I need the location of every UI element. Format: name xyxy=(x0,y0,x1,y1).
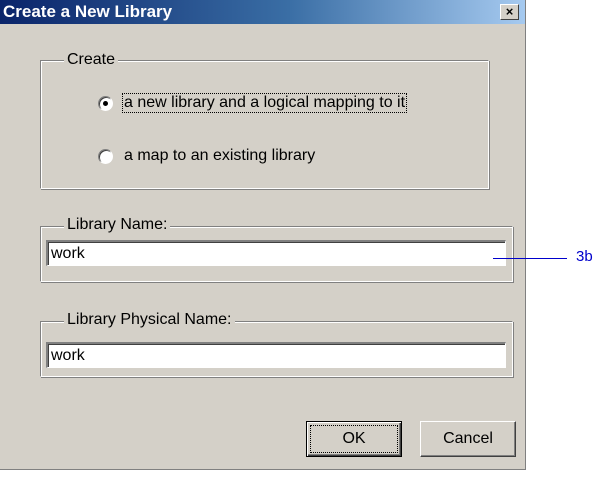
create-groupbox xyxy=(40,60,489,189)
close-button[interactable]: × xyxy=(500,4,519,20)
library-physical-name-input[interactable]: work xyxy=(46,342,506,368)
title-bar[interactable]: Create a New Library × xyxy=(0,0,525,24)
callout-line xyxy=(493,258,567,259)
radio-button-new-library[interactable] xyxy=(98,95,113,111)
radio-selected-dot xyxy=(103,100,108,106)
radio-button-map-existing[interactable] xyxy=(98,148,113,164)
create-group-legend: Create xyxy=(64,51,119,69)
focus-ring xyxy=(310,425,398,453)
close-icon: × xyxy=(505,4,514,19)
create-library-dialog: Create a New Library × Create a new libr… xyxy=(0,0,526,470)
library-physical-name-legend: Library Physical Name: xyxy=(64,311,235,329)
cancel-button[interactable]: Cancel xyxy=(420,421,516,457)
library-name-input[interactable]: work xyxy=(46,240,506,266)
ok-button[interactable]: OK xyxy=(306,421,402,457)
radio-option-map-existing[interactable]: a map to an existing library xyxy=(98,145,316,167)
radio-label-new-library[interactable]: a new library and a logical mapping to i… xyxy=(121,93,408,113)
library-name-legend: Library Name: xyxy=(64,216,171,234)
callout-label: 3b xyxy=(576,248,593,265)
radio-option-new-library[interactable]: a new library and a logical mapping to i… xyxy=(98,92,408,114)
radio-label-map-existing[interactable]: a map to an existing library xyxy=(123,147,316,165)
window-title: Create a New Library xyxy=(3,2,173,21)
cancel-button-label: Cancel xyxy=(443,430,493,447)
